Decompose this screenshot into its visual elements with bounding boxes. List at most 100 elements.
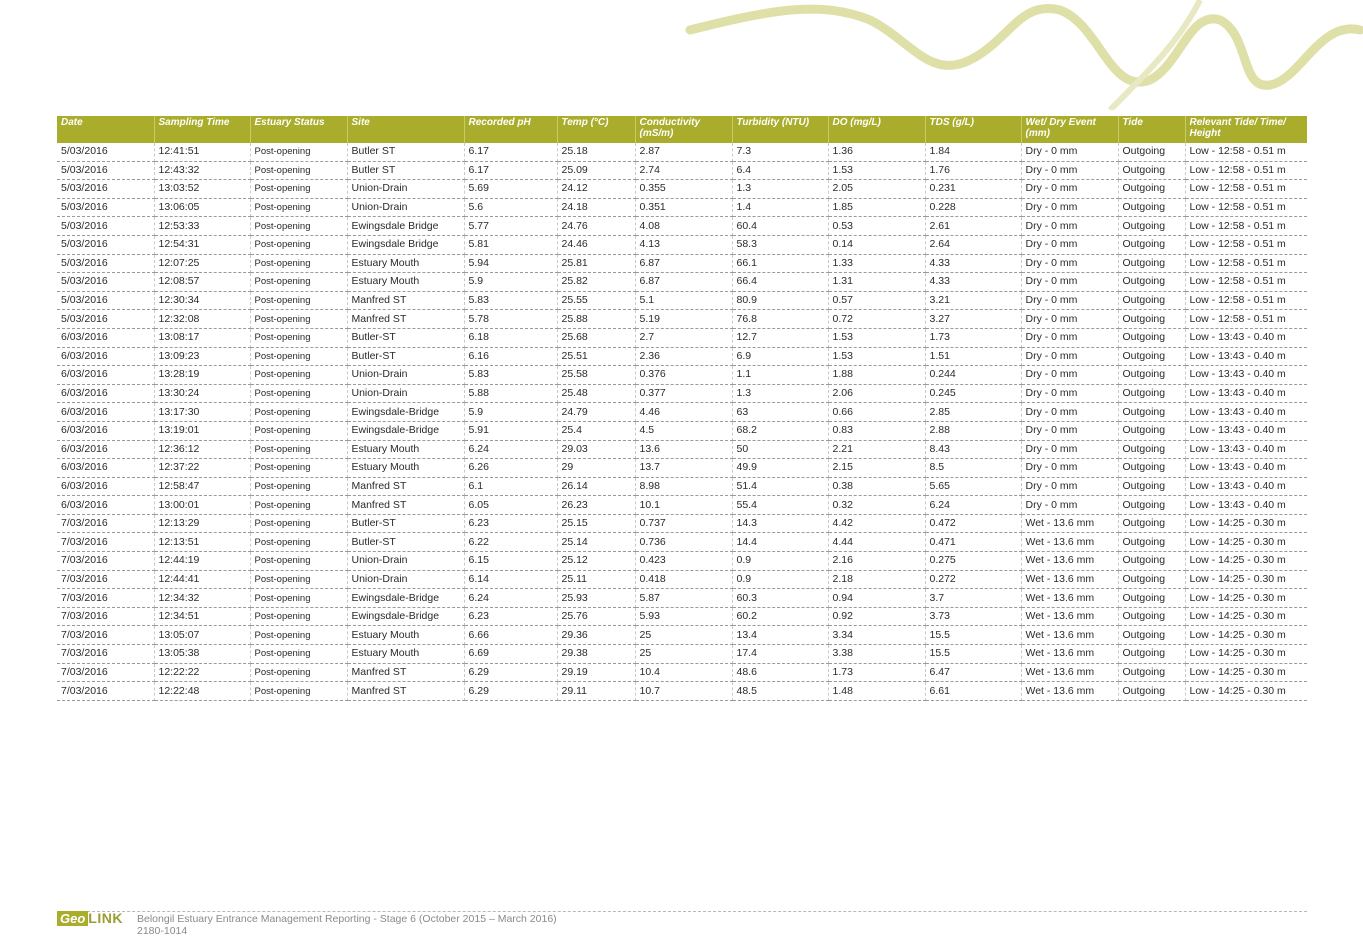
table-cell: Low - 13:43 - 0.40 m xyxy=(1185,402,1307,422)
table-cell: 1.51 xyxy=(925,347,1022,367)
table-cell: Low - 12:58 - 0.51 m xyxy=(1185,143,1307,162)
table-cell: 25.09 xyxy=(557,161,636,181)
table-cell: Post-opening xyxy=(250,588,348,608)
table-cell: Union-Drain xyxy=(347,179,465,199)
table-cell: 29.38 xyxy=(557,644,636,664)
table-cell: Low - 13:43 - 0.40 m xyxy=(1185,384,1307,404)
table-cell: 0.83 xyxy=(828,421,926,441)
table-cell: 80.9 xyxy=(732,291,829,311)
table-cell: 5.77 xyxy=(464,216,558,236)
table-cell: Low - 14:25 - 0.30 m xyxy=(1185,644,1307,664)
table-cell: 1.33 xyxy=(828,254,926,274)
table-cell: 24.18 xyxy=(557,198,636,218)
table-cell: 7/03/2016 xyxy=(57,607,155,627)
table-cell: 76.8 xyxy=(732,309,829,329)
table-cell: 0.72 xyxy=(828,309,926,329)
table-cell: 0.472 xyxy=(925,514,1022,534)
table-cell: 0.231 xyxy=(925,179,1022,199)
table-cell: Post-opening xyxy=(250,235,348,255)
table-cell: 1.53 xyxy=(828,328,926,348)
table-cell: 0.377 xyxy=(635,384,733,404)
table-cell: 6.16 xyxy=(464,347,558,367)
table-cell: 2.06 xyxy=(828,384,926,404)
table-cell: Ewingsdale Bridge xyxy=(347,216,465,236)
table-cell: 4.13 xyxy=(635,235,733,255)
table-cell: 12:44:41 xyxy=(154,570,251,590)
table-cell: 1.73 xyxy=(828,663,926,683)
table-cell: Estuary Mouth xyxy=(347,254,465,274)
table-cell: 12:44:19 xyxy=(154,551,251,571)
table-cell: 0.9 xyxy=(732,551,829,571)
table-cell: Wet - 13.6 mm xyxy=(1021,551,1119,571)
table-cell: 12.7 xyxy=(732,328,829,348)
table-cell: Outgoing xyxy=(1118,440,1186,460)
table-cell: 8.5 xyxy=(925,458,1022,478)
table-cell: 6/03/2016 xyxy=(57,347,155,367)
table-cell: 48.5 xyxy=(732,681,829,701)
table-cell: 12:53:33 xyxy=(154,216,251,236)
table-cell: Wet - 13.6 mm xyxy=(1021,570,1119,590)
table-cell: Post-opening xyxy=(250,607,348,627)
table-cell: 3.27 xyxy=(925,309,1022,329)
table-cell: Outgoing xyxy=(1118,588,1186,608)
table-cell: Butler ST xyxy=(347,161,465,181)
table-row: 5/03/2016 12:41:51 Post-opening Butler ST 6.… xyxy=(57,143,1307,162)
table-cell: Post-opening xyxy=(250,272,348,292)
table-cell: 5/03/2016 xyxy=(57,143,155,162)
table-cell: Wet - 13.6 mm xyxy=(1021,625,1119,646)
table-cell: Post-opening xyxy=(250,365,348,385)
table-cell: 60.2 xyxy=(732,607,829,627)
table-cell: 25.68 xyxy=(557,328,636,348)
table-cell: 6.05 xyxy=(464,495,558,515)
table-cell: Low - 13:43 - 0.40 m xyxy=(1185,347,1307,367)
table-cell: Butler-ST xyxy=(347,347,465,367)
table-row: 7/03/2016 12:13:29 Post-opening Butler-ST 6.… xyxy=(57,514,1307,534)
table-cell: Post-opening xyxy=(250,198,348,218)
table-cell: 0.14 xyxy=(828,235,926,255)
table-cell: 6.23 xyxy=(464,607,558,627)
table-cell: 0.245 xyxy=(925,384,1022,404)
table-cell: 4.33 xyxy=(925,254,1022,274)
table-cell: Post-opening xyxy=(250,663,348,683)
table-cell: 26.23 xyxy=(557,495,636,515)
table-cell: 6.61 xyxy=(925,681,1022,701)
table-cell: Outgoing xyxy=(1118,607,1186,627)
table-cell: 5.65 xyxy=(925,477,1022,497)
table-row: 6/03/2016 12:58:47 Post-opening Manfred ST 6… xyxy=(57,477,1307,497)
table-cell: 3.21 xyxy=(925,291,1022,311)
table-cell: Dry - 0 mm xyxy=(1021,179,1119,199)
logo-link-text: LINK xyxy=(88,910,123,926)
table-cell: 5.6 xyxy=(464,198,558,218)
table-cell: 6.66 xyxy=(464,625,558,646)
table-cell: 58.3 xyxy=(732,235,829,255)
table-cell: Dry - 0 mm xyxy=(1021,198,1119,218)
table-cell: 4.33 xyxy=(925,272,1022,292)
table-cell: Dry - 0 mm xyxy=(1021,365,1119,385)
column-header: Date xyxy=(57,116,155,143)
table-cell: Dry - 0 mm xyxy=(1021,347,1119,367)
table-cell: 66.4 xyxy=(732,272,829,292)
table-cell: 6/03/2016 xyxy=(57,328,155,348)
table-cell: Dry - 0 mm xyxy=(1021,384,1119,404)
table-cell: Outgoing xyxy=(1118,309,1186,329)
table-cell: 0.244 xyxy=(925,365,1022,385)
table-cell: Outgoing xyxy=(1118,570,1186,590)
table-cell: Post-opening xyxy=(250,161,348,181)
logo-geo-text: Geo xyxy=(57,911,89,926)
table-cell: 5.87 xyxy=(635,588,733,608)
table-cell: 0.9 xyxy=(732,570,829,590)
table-cell: 6/03/2016 xyxy=(57,440,155,460)
table-cell: Dry - 0 mm xyxy=(1021,272,1119,292)
table-cell: 4.44 xyxy=(828,532,926,553)
table-cell: Wet - 13.6 mm xyxy=(1021,663,1119,683)
table-cell: Dry - 0 mm xyxy=(1021,440,1119,460)
table-cell: 3.73 xyxy=(925,607,1022,627)
table-cell: Wet - 13.6 mm xyxy=(1021,644,1119,664)
table-cell: 8.98 xyxy=(635,477,733,497)
table-cell: Union-Drain xyxy=(347,198,465,218)
table-cell: 2.21 xyxy=(828,440,926,460)
table-cell: 26.14 xyxy=(557,477,636,497)
table-cell: Manfred ST xyxy=(347,291,465,311)
table-cell: Butler ST xyxy=(347,143,465,162)
column-header: Turbidity (NTU) xyxy=(732,116,829,143)
